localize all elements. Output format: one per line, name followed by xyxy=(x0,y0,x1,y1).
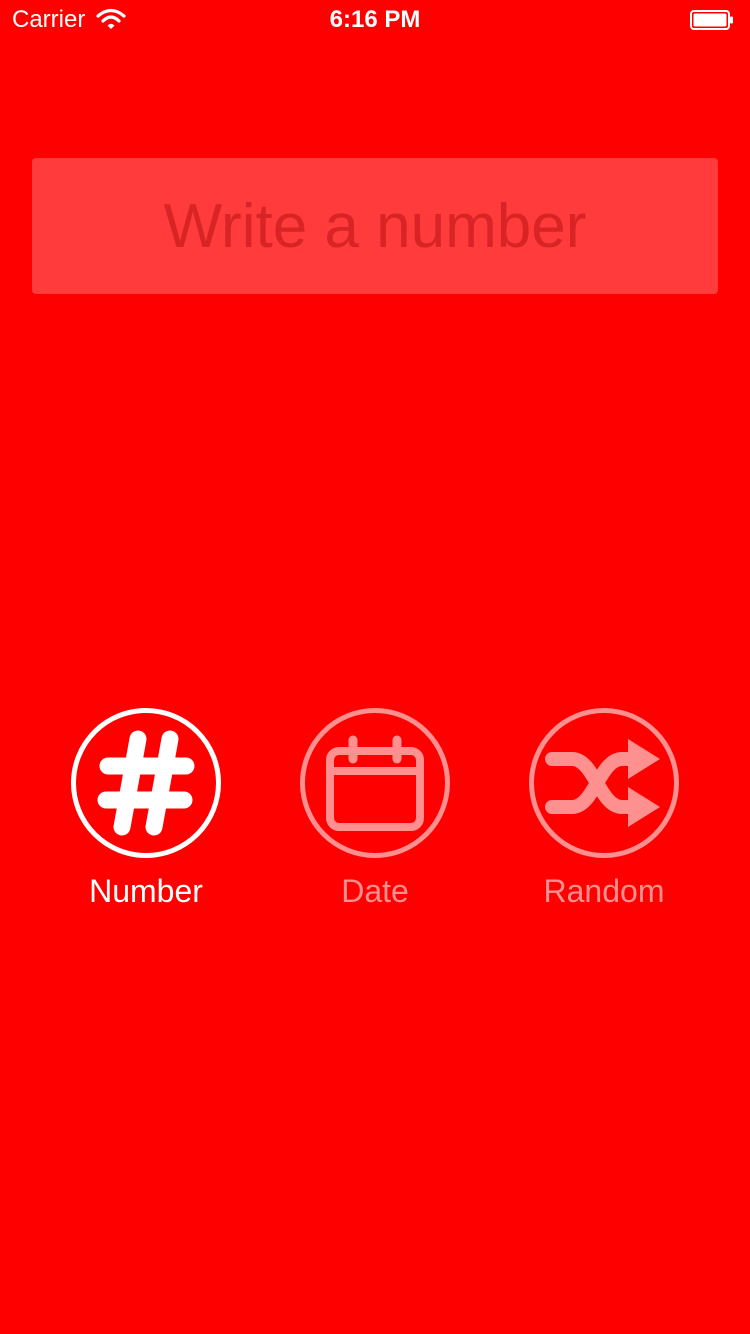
mode-random-circle[interactable] xyxy=(529,708,679,858)
mode-number-label: Number xyxy=(89,873,203,909)
status-time: 6:16 PM xyxy=(329,6,421,33)
mode-random-label: Random xyxy=(543,873,665,909)
mode-date-button[interactable]: Date xyxy=(280,708,470,918)
battery-icon xyxy=(690,10,733,30)
mode-random-button[interactable]: Random xyxy=(509,708,699,918)
mode-date-label: Date xyxy=(341,873,409,909)
calendar-icon xyxy=(326,735,424,831)
status-bar: Carrier 6:16 PM xyxy=(0,0,750,40)
mode-number-button[interactable]: Number xyxy=(51,708,241,918)
mode-date-circle[interactable] xyxy=(300,708,450,858)
number-input[interactable] xyxy=(32,158,718,294)
mode-number-circle[interactable] xyxy=(71,708,221,858)
shuffle-icon xyxy=(545,739,660,827)
hash-icon xyxy=(97,730,195,836)
